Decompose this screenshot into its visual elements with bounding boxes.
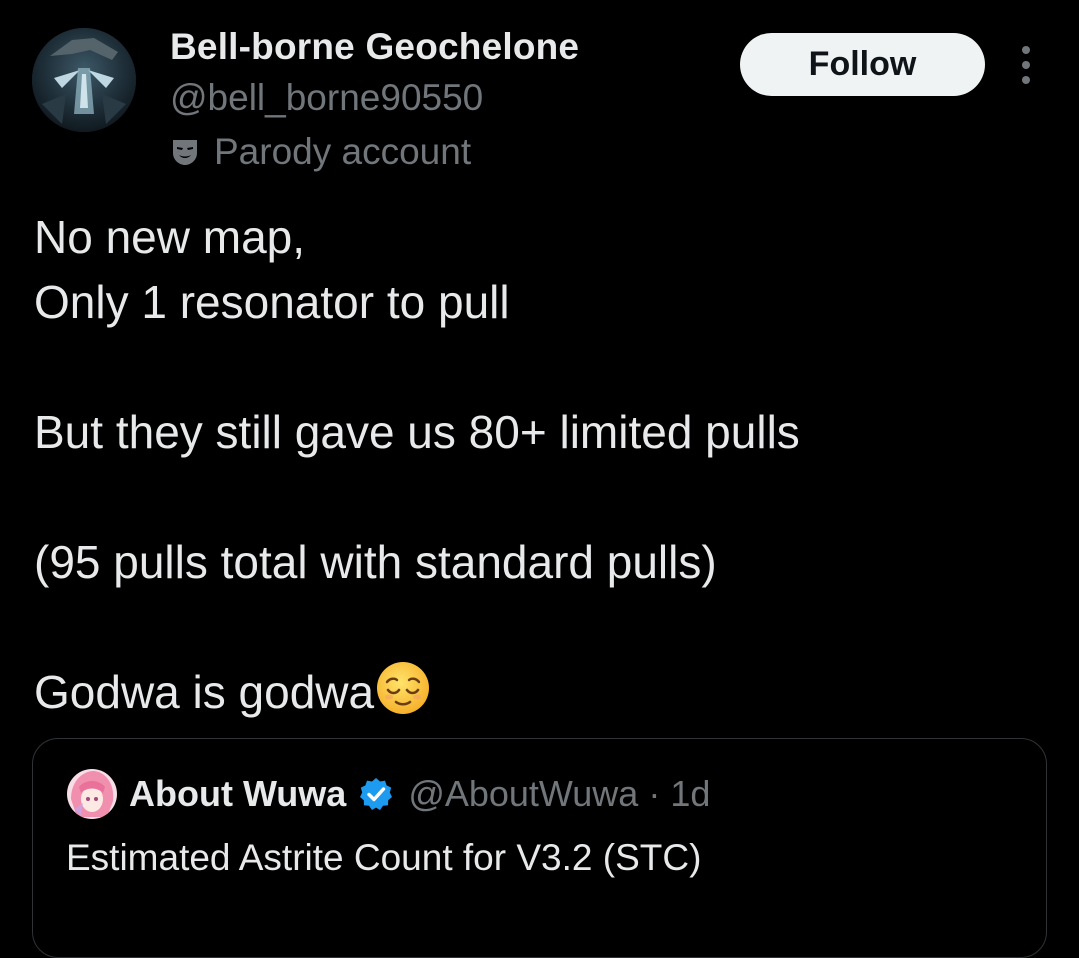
author-avatar[interactable] xyxy=(32,28,136,132)
tweet-line: (95 pulls total with standard pulls) xyxy=(34,536,717,588)
tweet-line: Godwa is godwa xyxy=(34,666,375,718)
tweet-last-line: Godwa is godwa xyxy=(34,660,1044,725)
follow-button[interactable]: Follow xyxy=(740,33,985,96)
author-display-name[interactable]: Bell-borne Geochelone xyxy=(170,26,579,68)
tweet-text: No new map, Only 1 resonator to pull But… xyxy=(34,205,1044,725)
parody-label-text: Parody account xyxy=(214,131,472,172)
tweet-line: Only 1 resonator to pull xyxy=(34,276,510,328)
quoted-author-handle[interactable]: @AboutWuwa xyxy=(408,773,638,815)
tweet-line: No new map, xyxy=(34,211,306,263)
quoted-tweet-card[interactable]: About Wuwa @AboutWuwa · 1d Estimated Ast… xyxy=(32,738,1047,958)
tweet-line: But they still gave us 80+ limited pulls xyxy=(34,406,800,458)
author-handle[interactable]: @bell_borne90550 xyxy=(170,77,483,119)
meta-separator: · xyxy=(648,773,661,814)
quoted-author-name[interactable]: About Wuwa xyxy=(129,773,346,815)
parody-mask-icon xyxy=(173,140,197,165)
verified-badge-icon xyxy=(360,778,393,810)
quoted-author-avatar[interactable] xyxy=(67,769,117,819)
more-options-icon[interactable] xyxy=(1006,40,1046,90)
parody-account-label: Parody account xyxy=(168,130,471,174)
quoted-tweet-time[interactable]: 1d xyxy=(670,773,710,815)
quoted-tweet-header: About Wuwa @AboutWuwa · 1d xyxy=(67,769,710,819)
quoted-tweet-text: Estimated Astrite Count for V3.2 (STC) xyxy=(66,837,702,878)
relieved-face-icon xyxy=(377,662,430,714)
